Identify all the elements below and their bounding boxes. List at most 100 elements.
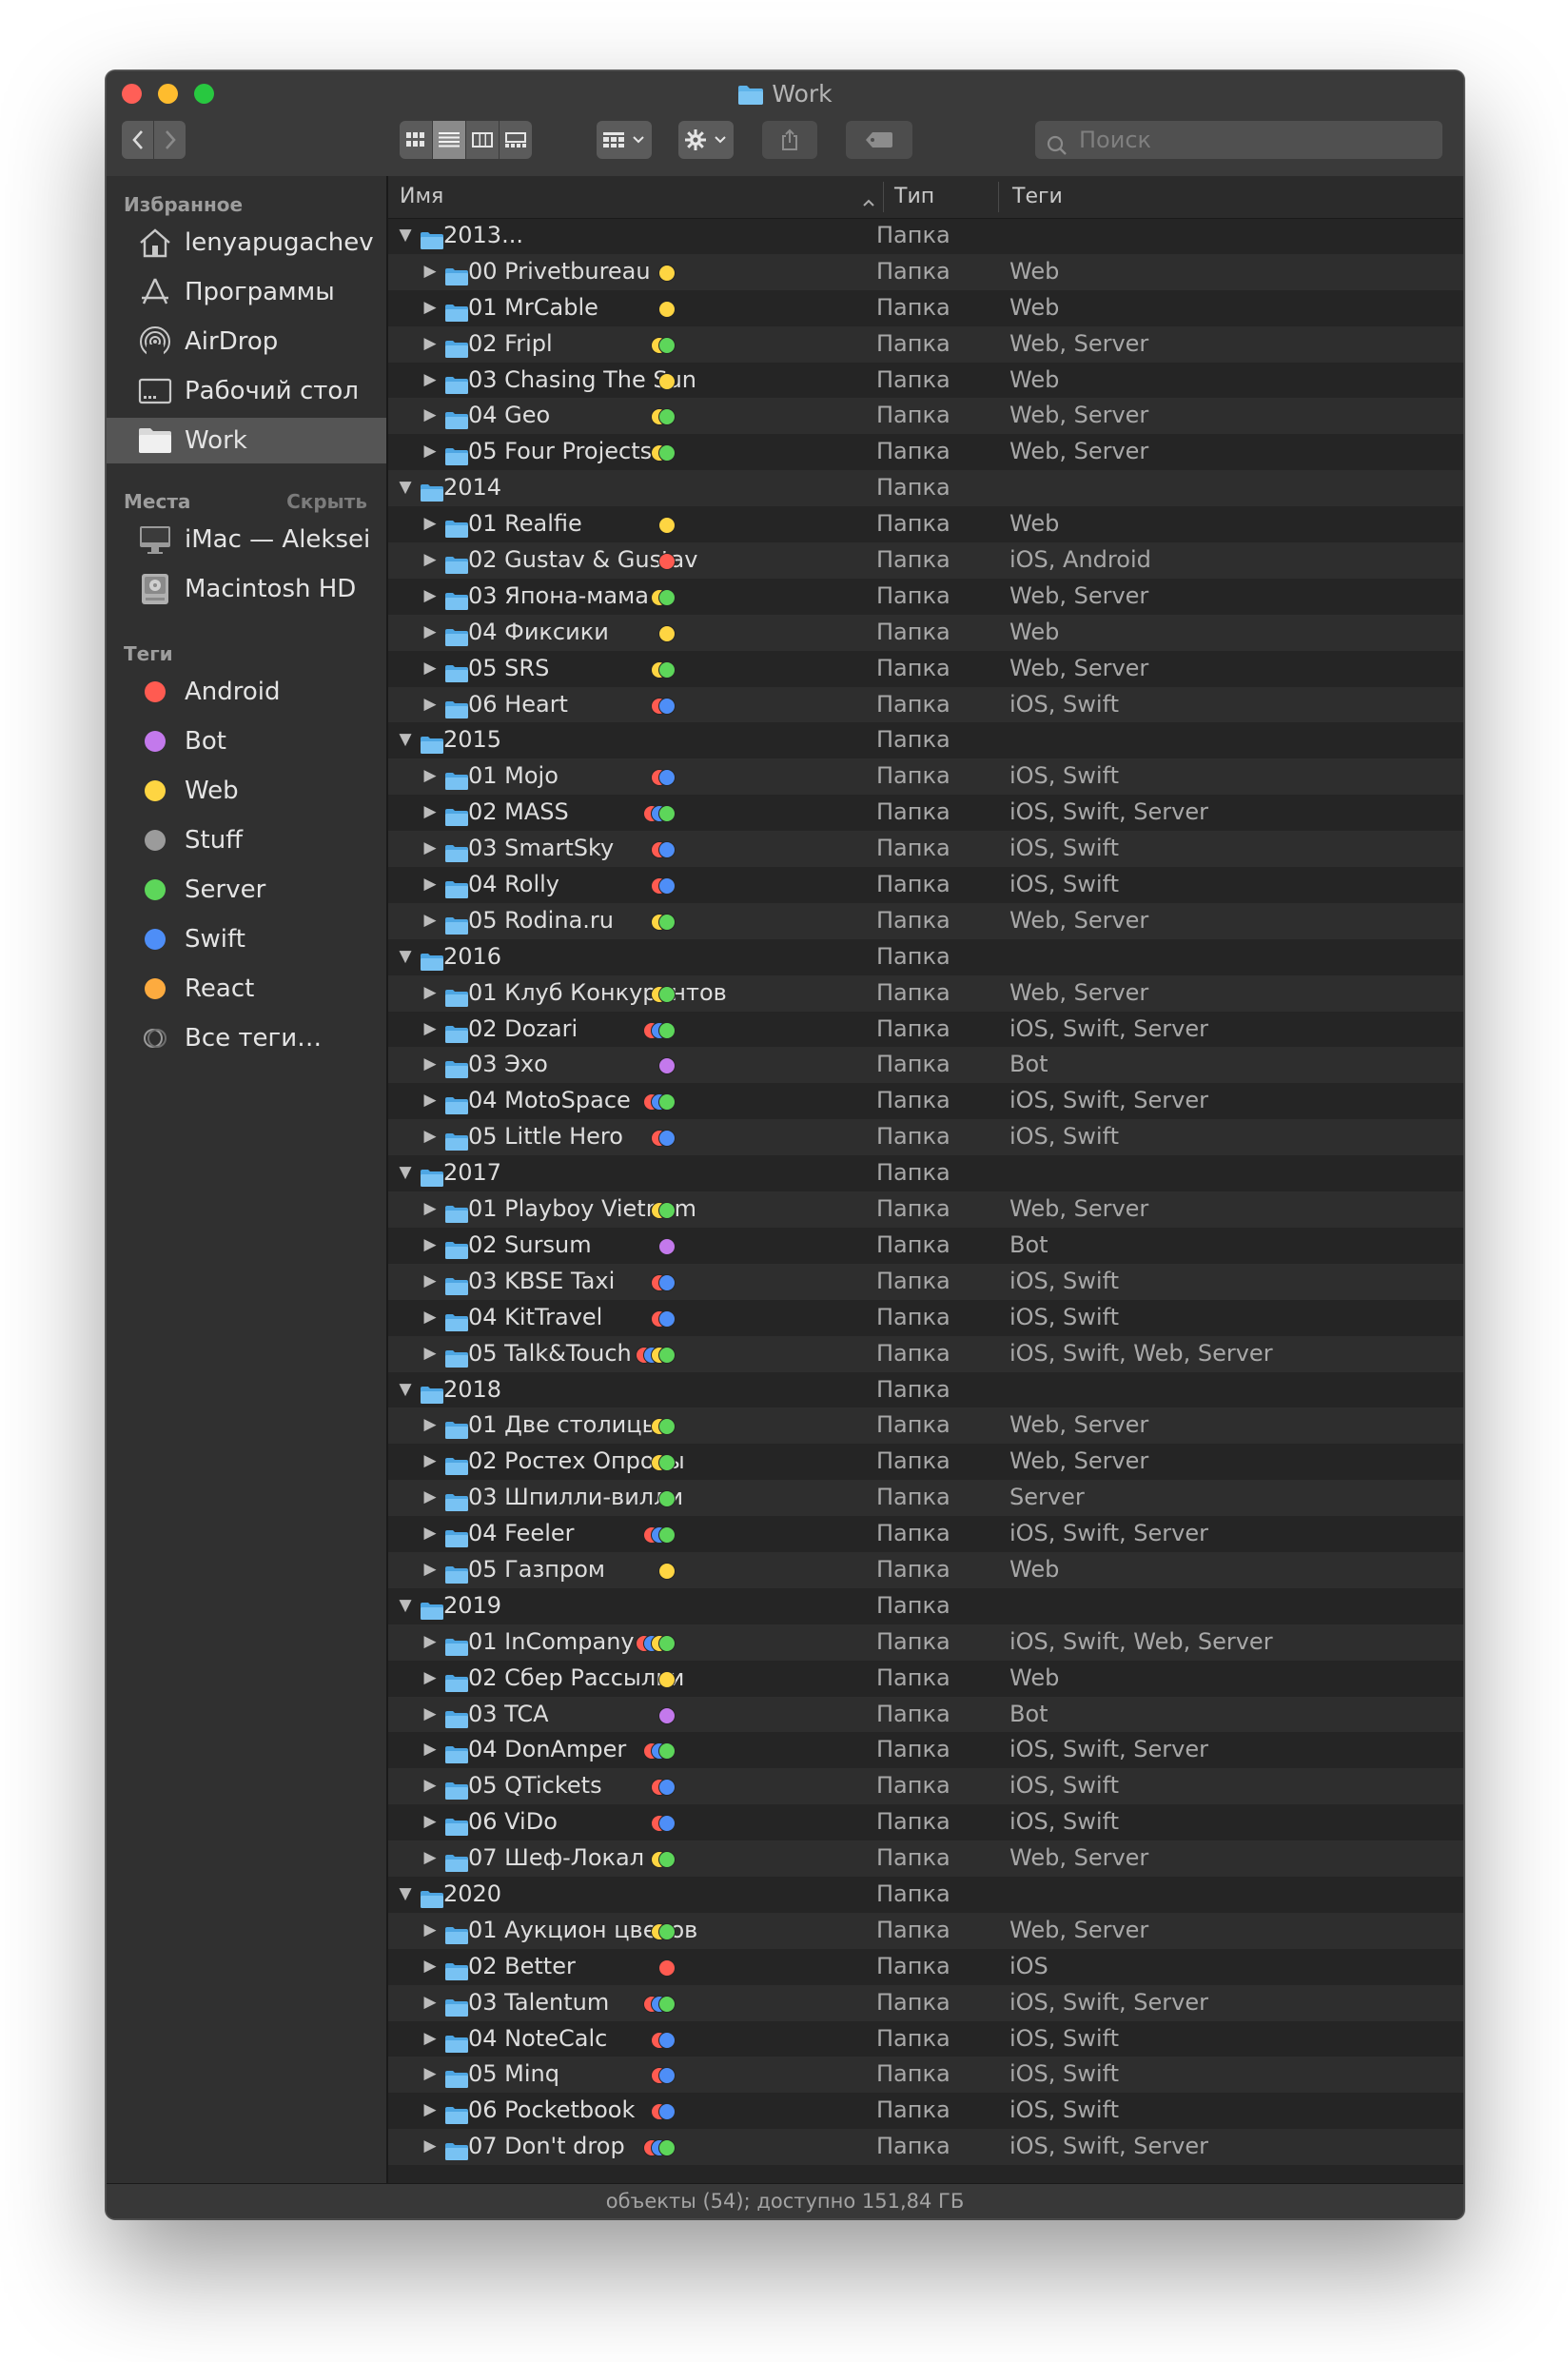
table-row[interactable]: ▶ 07 Шеф-Локал Папка Web, Server <box>388 1840 1463 1877</box>
sidebar-item-macintosh-hd[interactable]: Macintosh HD <box>107 566 386 612</box>
table-row[interactable]: ▶ 06 Pocketbook Папка iOS, Swift <box>388 2093 1463 2129</box>
disclosure-expanded-icon[interactable]: ▼ <box>394 1372 417 1408</box>
table-row[interactable]: ▶ 06 ViDo Папка iOS, Swift <box>388 1804 1463 1840</box>
table-row[interactable]: ▶ 05 QTickets Папка iOS, Swift <box>388 1768 1463 1805</box>
group-by-button[interactable] <box>597 121 652 159</box>
table-row[interactable]: ▶ 04 Rolly Папка iOS, Swift <box>388 867 1463 903</box>
gallery-view-button[interactable] <box>500 121 532 159</box>
table-row[interactable]: ▶ 04 MotoSpace Папка iOS, Swift, Server <box>388 1083 1463 1119</box>
table-row[interactable]: ▶ 07 Don't drop Папка iOS, Swift, Server <box>388 2129 1463 2166</box>
table-row[interactable]: ▶ 01 Клуб Конкурентов Папка Web, Server <box>388 974 1463 1012</box>
disclosure-expanded-icon[interactable]: ▼ <box>394 218 417 254</box>
table-row[interactable]: ▶ 03 Япона-мама Папка Web, Server <box>388 579 1463 615</box>
group-row[interactable]: ▼ 2020 Папка <box>388 1877 1463 1913</box>
table-row[interactable]: ▶ 05 Talk&Touch Папка iOS, Swift, Web, Serv… <box>388 1335 1463 1372</box>
table-row[interactable]: ▶ 02 MASS Папка iOS, Swift, Server <box>388 795 1463 831</box>
table-row[interactable]: ▶ 03 Шпилли-вилли Папка Server <box>388 1480 1463 1517</box>
column-tags-header[interactable]: Теги <box>1012 176 1063 218</box>
table-row[interactable]: ▶ 05 SRS Папка Web, Server <box>388 651 1463 687</box>
list-view-button[interactable] <box>433 121 466 159</box>
tag-dots <box>388 758 693 795</box>
table-row[interactable]: ▶ 03 SmartSky Папка iOS, Swift <box>388 831 1463 868</box>
tag-dots <box>388 506 693 542</box>
table-row[interactable]: ▶ 06 Heart Папка iOS, Swift <box>388 686 1463 723</box>
sidebar-item-applications[interactable]: Программы <box>107 269 386 315</box>
table-row[interactable]: ▶ 05 Rodina.ru Папка Web, Server <box>388 902 1463 939</box>
sidebar-tag-web[interactable]: Web <box>107 768 386 814</box>
disclosure-expanded-icon[interactable]: ▼ <box>394 1155 417 1191</box>
column-divider[interactable] <box>998 182 999 212</box>
table-row[interactable]: ▶ 01 Playboy Vietnam Папка Web, Server <box>388 1191 1463 1228</box>
table-row[interactable]: ▶ 04 KitTravel Папка iOS, Swift <box>388 1300 1463 1336</box>
table-row[interactable]: ▶ 03 KBSE Taxi Папка iOS, Swift <box>388 1263 1463 1300</box>
file-tags: iOS, Swift, Server <box>1009 1014 1208 1042</box>
sidebar-item-home[interactable]: lenyapugachev <box>107 220 386 266</box>
table-row[interactable]: ▶ 02 Better Папка iOS <box>388 1949 1463 1985</box>
locations-hide-button[interactable]: Скрыть <box>286 490 367 513</box>
tag-dots <box>388 1624 693 1661</box>
group-row[interactable]: ▼ 2019 Папка <box>388 1588 1463 1624</box>
column-kind-header[interactable]: Тип <box>894 176 934 218</box>
table-row[interactable]: ▶ 05 Газпром Папка Web <box>388 1551 1463 1588</box>
icon-view-button[interactable] <box>400 121 433 159</box>
sidebar-tag-react[interactable]: React <box>107 966 386 1012</box>
table-row[interactable]: ▶ 03 Talentum Папка iOS, Swift, Server <box>388 1984 1463 2021</box>
column-view-button[interactable] <box>466 121 500 159</box>
sort-ascending-icon <box>862 189 875 213</box>
share-button[interactable] <box>762 121 817 159</box>
disclosure-expanded-icon[interactable]: ▼ <box>394 470 417 506</box>
table-row[interactable]: ▶ 01 Mojo Папка iOS, Swift <box>388 758 1463 796</box>
column-name-header[interactable]: Имя <box>400 176 443 218</box>
table-row[interactable]: ▶ 01 InCompany Папка iOS, Swift, Web, Serve… <box>388 1624 1463 1661</box>
sidebar-tag-android[interactable]: Android <box>107 669 386 715</box>
disclosure-expanded-icon[interactable]: ▼ <box>394 1877 417 1913</box>
sidebar-tag-all[interactable]: Все теги… <box>107 1015 386 1061</box>
table-row[interactable]: ▶ 01 Realfie Папка Web <box>388 506 1463 542</box>
disclosure-expanded-icon[interactable]: ▼ <box>394 939 417 975</box>
table-row[interactable]: ▶ 00 Privetbureau Папка Web <box>388 253 1463 290</box>
table-row[interactable]: ▶ 05 Minq Папка iOS, Swift <box>388 2057 1463 2094</box>
table-row[interactable]: ▶ 03 TCA Папка Bot <box>388 1696 1463 1733</box>
table-row[interactable]: ▶ 02 Ростех Опросы Папка Web, Server <box>388 1444 1463 1480</box>
table-row[interactable]: ▶ 04 Фиксики Папка Web <box>388 614 1463 651</box>
table-row[interactable]: ▶ 05 Four Projects Папка Web, Server <box>388 434 1463 470</box>
table-row[interactable]: ▶ 02 Dozari Папка iOS, Swift, Server <box>388 1012 1463 1048</box>
table-row[interactable]: ▶ 01 Две столицы Папка Web, Server <box>388 1407 1463 1445</box>
table-row[interactable]: ▶ 03 Эхо Папка Bot <box>388 1047 1463 1084</box>
group-row[interactable]: ▼ 2014 Папка <box>388 470 1463 507</box>
table-row[interactable]: ▶ 01 MrCable Папка Web <box>388 290 1463 326</box>
disclosure-expanded-icon[interactable]: ▼ <box>394 1588 417 1624</box>
sidebar-item-airdrop[interactable]: AirDrop <box>107 319 386 364</box>
group-row[interactable]: ▼ 2017 Папка <box>388 1155 1463 1191</box>
sidebar-item-label: Программы <box>185 278 335 306</box>
search-field[interactable]: Поиск <box>1035 121 1442 159</box>
sidebar-tag-bot[interactable]: Bot <box>107 718 386 764</box>
table-row[interactable]: ▶ 05 Little Hero Папка iOS, Swift <box>388 1119 1463 1156</box>
sidebar-item-work[interactable]: Work <box>107 418 386 463</box>
group-row[interactable]: ▼ 2016 Папка <box>388 939 1463 975</box>
table-row[interactable]: ▶ 02 Gustav & Gustav Папка iOS, Android <box>388 542 1463 579</box>
table-row[interactable]: ▶ 02 Sursum Папка Bot <box>388 1228 1463 1264</box>
sidebar-tag-server[interactable]: Server <box>107 867 386 913</box>
table-row[interactable]: ▶ 01 Аукцион цветов Папка Web, Server <box>388 1912 1463 1949</box>
sidebar-item-imac[interactable]: iMac — Aleksei <box>107 517 386 562</box>
table-row[interactable]: ▶ 04 NoteCalc Папка iOS, Swift <box>388 2021 1463 2057</box>
group-row[interactable]: ▼ 2018 Папка <box>388 1372 1463 1408</box>
sidebar-tag-stuff[interactable]: Stuff <box>107 817 386 863</box>
table-row[interactable]: ▶ 04 DonAmper Папка iOS, Swift, Server <box>388 1732 1463 1768</box>
group-row[interactable]: ▼ 2015 Папка <box>388 722 1463 758</box>
table-row[interactable]: ▶ 04 Geo Папка Web, Server <box>388 398 1463 435</box>
disclosure-expanded-icon[interactable]: ▼ <box>394 722 417 758</box>
column-divider[interactable] <box>883 182 884 212</box>
table-row[interactable]: ▶ 04 Feeler Папка iOS, Swift, Server <box>388 1516 1463 1552</box>
sidebar-tag-swift[interactable]: Swift <box>107 916 386 962</box>
action-menu-button[interactable] <box>678 121 734 159</box>
forward-button[interactable] <box>154 121 186 159</box>
sidebar-item-desktop[interactable]: Рабочий стол <box>107 368 386 414</box>
table-row[interactable]: ▶ 02 Fripl Папка Web, Server <box>388 325 1463 363</box>
table-row[interactable]: ▶ 03 Chasing The Sun Папка Web <box>388 363 1463 399</box>
back-button[interactable] <box>122 121 154 159</box>
table-row[interactable]: ▶ 02 Сбер Рассылки Папка Web <box>388 1661 1463 1697</box>
edit-tags-button[interactable] <box>846 121 912 159</box>
group-row[interactable]: ▼ 2013... Папка <box>388 218 1463 254</box>
